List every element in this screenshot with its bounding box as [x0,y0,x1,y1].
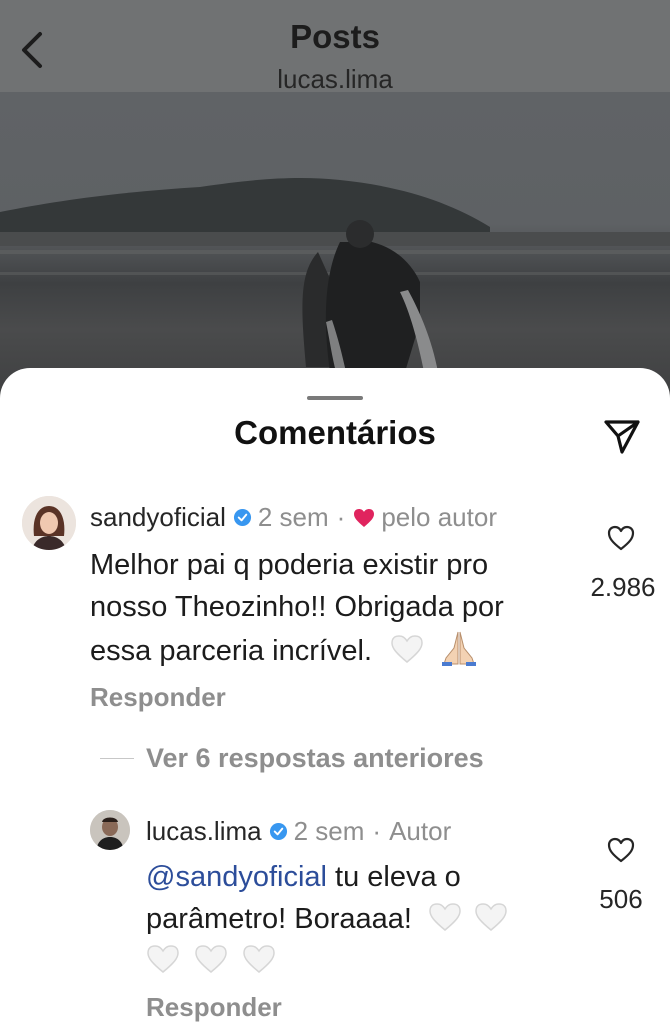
profile-photo-icon [90,810,130,850]
like-count: 2.986 [590,572,656,602]
white-heart-emoji [391,635,423,663]
avatar[interactable] [22,496,76,550]
comment-text-segment: tu eleva o [326,861,461,893]
avatar[interactable] [90,810,130,850]
heart-outline-icon[interactable] [606,836,636,864]
white-heart-emoji [195,945,227,973]
comment-text-line: parâmetro! Boraaaa! [146,898,566,940]
app-header: Posts lucas.lima [0,0,670,95]
page-title: Posts [290,18,380,55]
comment-text: Melhor pai q poderia existir pro nosso T… [90,544,590,672]
comment-meta: sandyoficial 2 sem · pelo autor [90,502,497,533]
heart-outline-icon[interactable] [606,524,636,552]
verified-badge-icon [269,822,287,841]
reply-button[interactable]: Responder [90,682,226,713]
meta-separator: · [372,816,382,846]
white-heart-emoji [147,945,179,973]
comment-text-line: Melhor pai q poderia existir pro [90,549,489,581]
view-replies-label: Ver 6 respostas anteriores [146,743,484,773]
like-count: 506 [599,884,643,914]
sheet-grabber[interactable] [307,396,363,400]
comment-time: 2 sem [257,502,329,532]
white-heart-emoji [243,945,275,973]
divider [100,758,134,759]
comment-text-line [146,940,566,982]
comment-username[interactable]: sandyoficial [90,502,226,533]
comments-sheet: Comentários sandyoficial 2 sem · pelo au… [0,368,670,1030]
comment-text-segment: essa parceria incrível. [90,635,373,667]
paper-plane-icon [604,420,640,454]
author-badge: Autor [389,816,452,846]
comment-time: 2 sem [293,816,365,846]
white-heart-emoji [429,903,461,931]
red-heart-icon [354,508,375,527]
verified-badge-icon [233,508,251,527]
mention-link[interactable]: @sandyoficial [146,861,327,893]
comment-meta: lucas.lima 2 sem · Autor [146,816,451,847]
folded-hands-emoji [442,631,477,666]
comment-text-line: essa parceria incrível. [90,628,590,672]
liked-by-author-label: pelo autor [381,502,497,532]
page-subtitle[interactable]: lucas.lima [0,64,670,95]
profile-photo-icon [22,496,76,550]
comment-text-line: @sandyoficial tu eleva o [146,856,566,898]
sheet-title: Comentários [234,414,436,451]
view-replies-button[interactable]: Ver 6 respostas anteriores [100,743,484,774]
share-button[interactable] [602,416,642,456]
post-background: Posts lucas.lima [0,0,670,420]
reply-button[interactable]: Responder [146,992,282,1023]
comment-text-line: nosso Theozinho!! Obrigada por [90,591,504,623]
comment-text: @sandyoficial tu eleva o parâmetro! Bora… [146,856,566,982]
comment-username[interactable]: lucas.lima [146,816,262,847]
meta-separator: · [336,502,346,532]
comment-text-segment: parâmetro! Boraaaa! [146,903,412,935]
white-heart-emoji [475,903,507,931]
